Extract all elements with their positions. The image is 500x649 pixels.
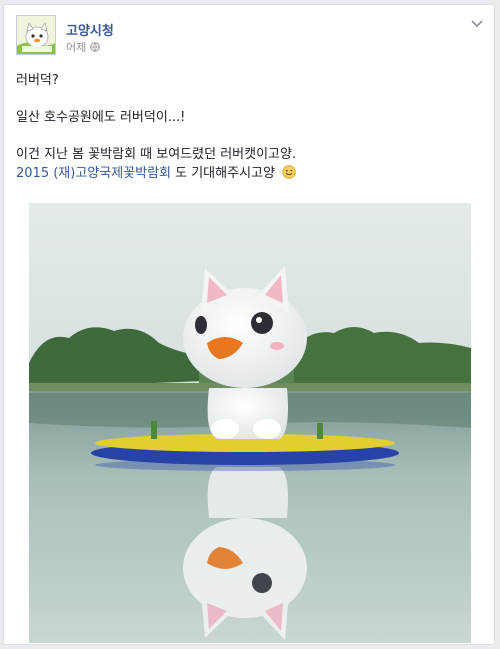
post-header: 고양시청 어제 bbox=[16, 15, 486, 55]
post-meta: 어제 bbox=[66, 39, 101, 55]
post-line: 일산 호수공원에도 러버덕이...! bbox=[16, 110, 186, 125]
globe-icon bbox=[90, 42, 101, 52]
post-timestamp[interactable]: 어제 bbox=[66, 39, 86, 55]
post-card: 고양시청 어제 러버덕? 일산 호수공원에도 러버덕이...! 이건 지난 봄 … bbox=[3, 4, 495, 645]
page-avatar[interactable] bbox=[16, 15, 56, 55]
post-line: 2015 (재)고양국제꽃박람회 도 기대해주시고양 bbox=[16, 164, 486, 183]
smile-emoji-icon bbox=[282, 165, 296, 179]
post-message: 러버덕? 일산 호수공원에도 러버덕이...! 이건 지난 봄 꽃박람회 때 보… bbox=[16, 71, 486, 183]
chevron-down-icon[interactable] bbox=[470, 19, 484, 29]
post-line: 이건 지난 봄 꽃박람회 때 보여드렸던 러버캣이고양. bbox=[16, 147, 297, 162]
event-link[interactable]: 2015 (재)고양국제꽃박람회 bbox=[16, 166, 171, 181]
page-name-link[interactable]: 고양시청 bbox=[66, 20, 114, 39]
post-text: 도 기대해주시고양 bbox=[171, 166, 275, 181]
post-photo[interactable] bbox=[29, 203, 471, 643]
post-line: 러버덕? bbox=[16, 73, 59, 88]
